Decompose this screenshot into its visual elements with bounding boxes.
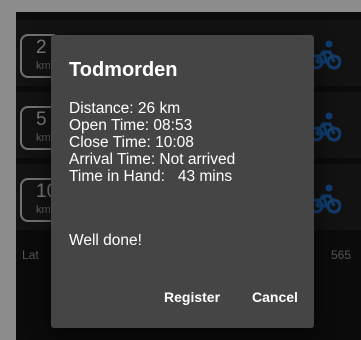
arrival-time-line: Arrival Time: Not arrived — [69, 151, 236, 168]
register-button[interactable]: Register — [164, 289, 220, 305]
time-in-hand-line: Time in Hand: 43 mins — [69, 168, 233, 185]
close-time-line: Close Time: 10:08 — [69, 134, 194, 151]
checkpoint-dialog: Todmorden Distance: 26 km Open Time: 08:… — [51, 35, 314, 328]
dialog-title: Todmorden — [69, 59, 178, 81]
dialog-message: Well done! — [69, 232, 142, 249]
cancel-button[interactable]: Cancel — [252, 289, 298, 305]
dialog-details: Distance: 26 km Open Time: 08:53 Close T… — [69, 100, 304, 185]
distance-line: Distance: 26 km — [69, 100, 181, 117]
open-time-line: Open Time: 08:53 — [69, 117, 193, 134]
